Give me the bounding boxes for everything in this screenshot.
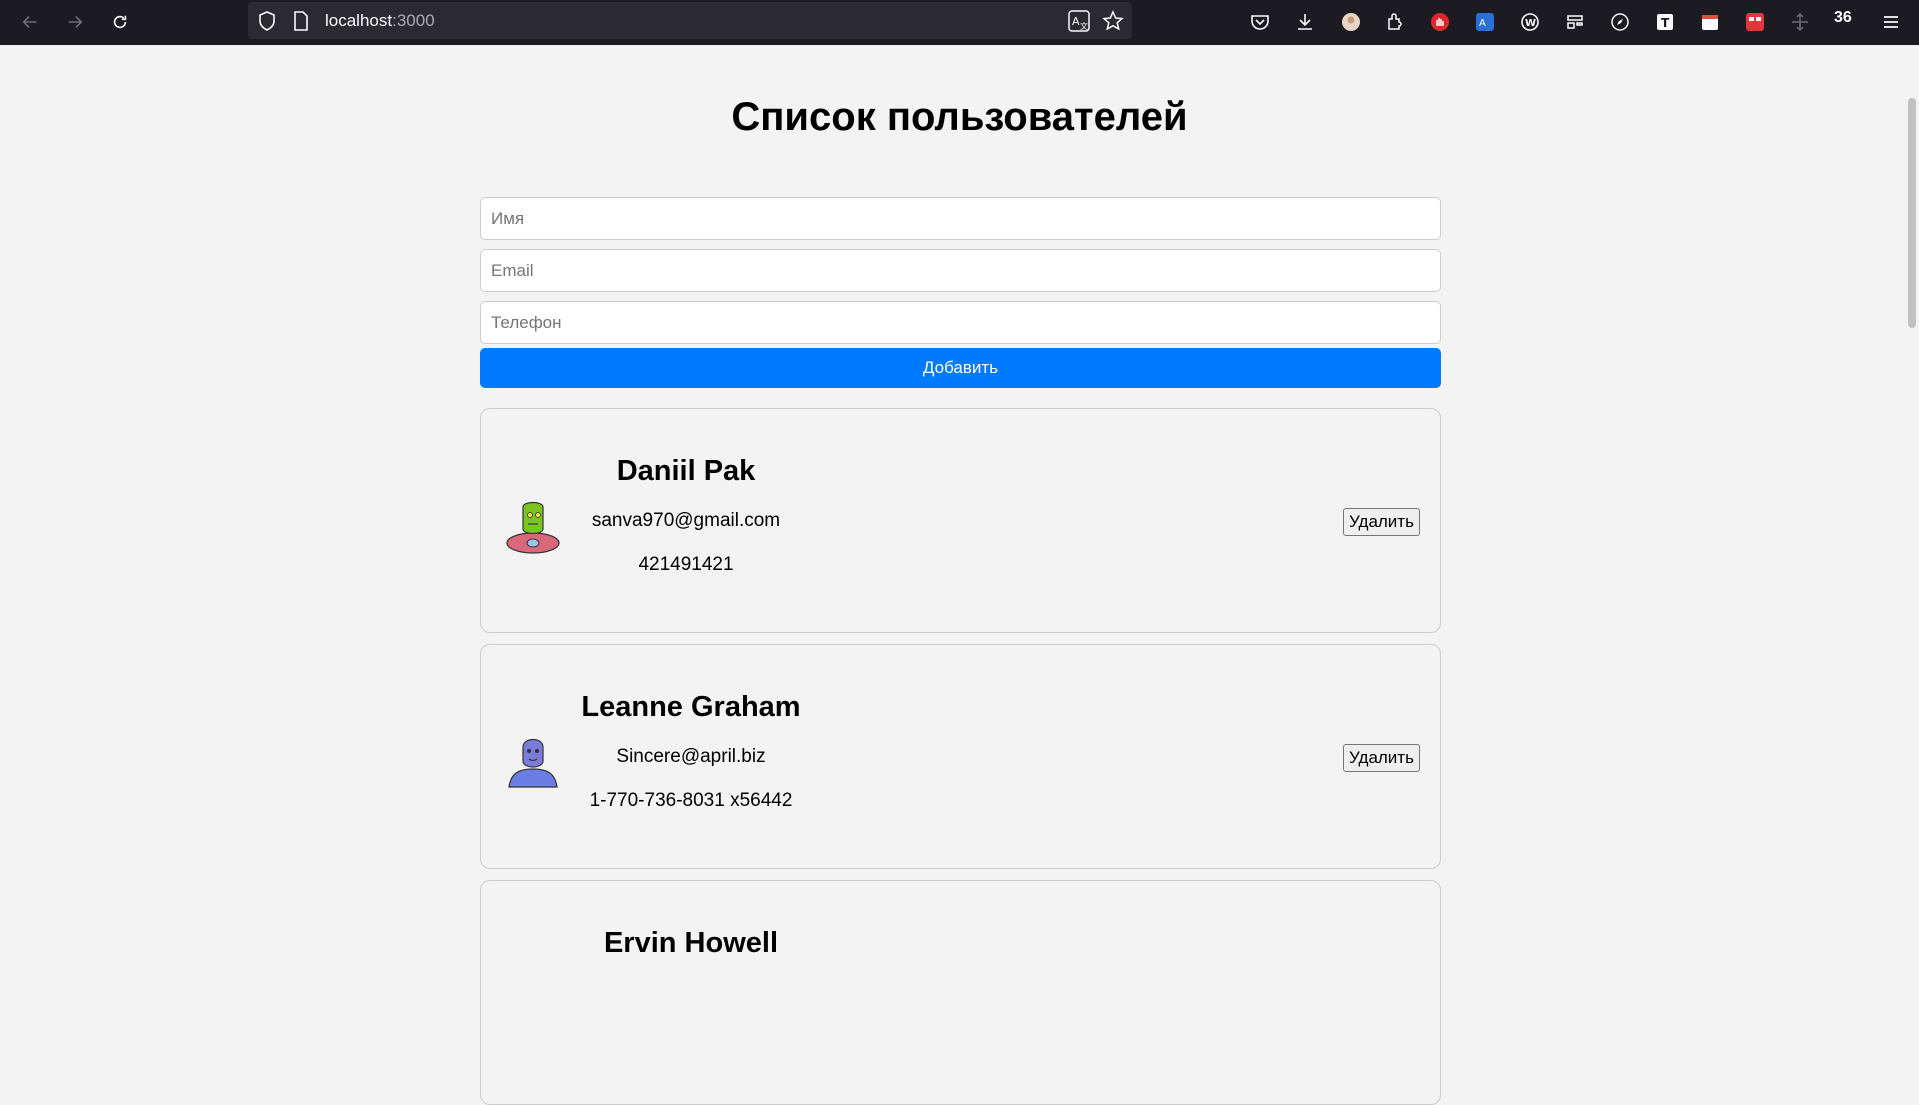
svg-text:A: A: [1479, 18, 1486, 29]
calendar-ext-icon[interactable]: [1695, 7, 1725, 37]
shield-icon[interactable]: [258, 11, 276, 31]
arrow-right-icon: [68, 16, 83, 28]
extensions-icon[interactable]: [1380, 7, 1410, 37]
account-avatar-icon[interactable]: [1336, 7, 1366, 37]
colorful-ext-icon[interactable]: [1740, 7, 1770, 37]
text-ext-icon[interactable]: T: [1650, 7, 1680, 37]
pocket-icon[interactable]: [1245, 7, 1275, 37]
user-card: Daniil Pak sanva970@gmail.com 421491421 …: [480, 408, 1441, 633]
move-ext-icon[interactable]: [1785, 7, 1815, 37]
page-content: Список пользователей Добавить Daniil Pak…: [0, 45, 1905, 1105]
menu-hamburger-icon[interactable]: [1876, 7, 1906, 37]
delete-user-button[interactable]: Удалить: [1343, 744, 1420, 772]
user-info: Daniil Pak sanva970@gmail.com 421491421: [581, 455, 791, 576]
avatar-head: [522, 501, 544, 535]
svg-text:T: T: [1661, 16, 1670, 30]
wappalyzer-icon[interactable]: W: [1515, 7, 1545, 37]
url-host: localhost: [325, 11, 393, 30]
user-email: Sincere@april.biz: [616, 746, 766, 767]
user-name: Daniil Pak: [616, 455, 756, 487]
extension-badge-count[interactable]: 36: [1834, 9, 1852, 27]
page-icon: [294, 11, 308, 31]
downloads-icon[interactable]: [1290, 7, 1320, 37]
compass-icon[interactable]: [1605, 7, 1635, 37]
back-button[interactable]: [14, 6, 46, 38]
user-info: Leanne Graham Sincere@april.biz 1-770-73…: [571, 691, 811, 812]
phone-input[interactable]: [480, 301, 1441, 344]
url-port: :3000: [392, 11, 435, 30]
forward-button[interactable]: [59, 6, 91, 38]
user-info: Ervin Howell: [571, 927, 811, 960]
reload-button[interactable]: [104, 6, 136, 38]
avatar-head: [522, 738, 544, 768]
svg-text:文: 文: [1080, 21, 1088, 31]
user-card: Ervin Howell: [480, 880, 1441, 1105]
adblock-icon[interactable]: [1425, 7, 1455, 37]
user-avatar: [506, 501, 560, 554]
email-input[interactable]: [480, 249, 1441, 292]
user-name: Leanne Graham: [581, 691, 801, 723]
translate-icon[interactable]: A文: [1068, 10, 1090, 32]
page-title: Список пользователей: [731, 95, 1188, 139]
layout-icon[interactable]: [1560, 7, 1590, 37]
user-phone: 1-770-736-8031 x56442: [589, 790, 793, 811]
svg-text:A: A: [1072, 15, 1080, 28]
reload-icon: [113, 15, 127, 29]
user-email: sanva970@gmail.com: [591, 510, 781, 531]
add-user-button[interactable]: Добавить: [480, 348, 1441, 388]
url-text[interactable]: localhost:3000: [325, 11, 435, 31]
name-input[interactable]: [480, 197, 1441, 240]
arrow-left-icon: [22, 16, 37, 28]
page-scrollbar[interactable]: [1905, 45, 1919, 952]
delete-user-button[interactable]: Удалить: [1343, 508, 1420, 536]
bookmark-star-icon[interactable]: [1102, 10, 1124, 32]
user-avatar: [508, 738, 558, 788]
user-card: Leanne Graham Sincere@april.biz 1-770-73…: [480, 644, 1441, 869]
user-phone: 421491421: [638, 554, 734, 575]
svg-text:W: W: [1525, 18, 1536, 29]
translator-ext-icon[interactable]: A: [1470, 7, 1500, 37]
browser-toolbar: localhost:3000 A文 A W T 36: [0, 0, 1919, 45]
url-bar[interactable]: localhost:3000 A文: [248, 2, 1132, 39]
user-name: Ervin Howell: [603, 927, 779, 959]
